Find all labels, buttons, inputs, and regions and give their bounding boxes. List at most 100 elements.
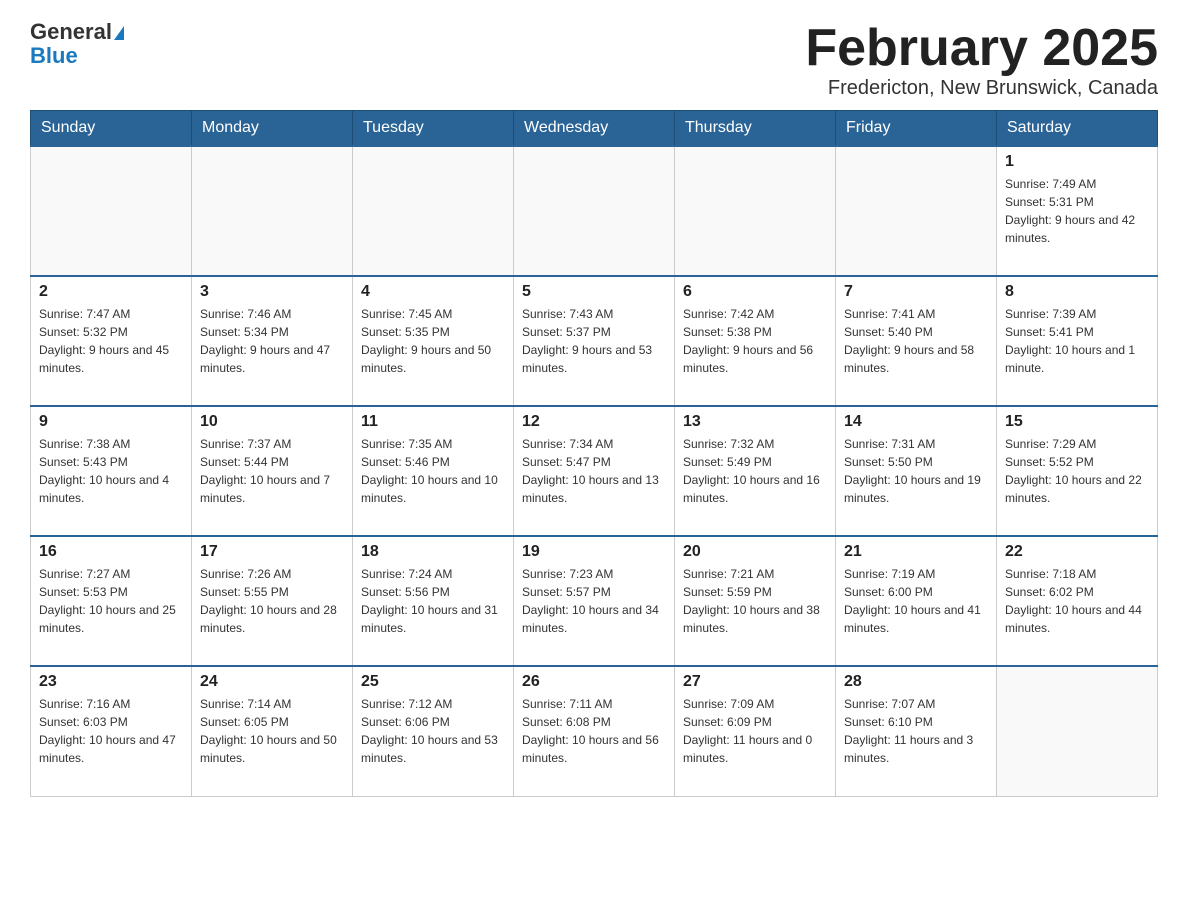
day-number: 15	[1005, 413, 1149, 431]
weekday-header-tuesday: Tuesday	[353, 111, 514, 147]
week-row-3: 9 Sunrise: 7:38 AMSunset: 5:43 PMDaylight…	[31, 406, 1158, 536]
day-number: 25	[361, 673, 505, 691]
day-info: Sunrise: 7:24 AMSunset: 5:56 PMDaylight:…	[361, 565, 505, 637]
logo-triangle-icon	[114, 26, 124, 40]
weekday-header-wednesday: Wednesday	[514, 111, 675, 147]
day-info: Sunrise: 7:43 AMSunset: 5:37 PMDaylight:…	[522, 305, 666, 377]
day-number: 2	[39, 283, 183, 301]
day-number: 6	[683, 283, 827, 301]
day-cell	[353, 146, 514, 276]
month-title: February 2025	[805, 20, 1158, 77]
day-number: 18	[361, 543, 505, 561]
day-number: 16	[39, 543, 183, 561]
day-number: 21	[844, 543, 988, 561]
day-cell: 22Sunrise: 7:18 AMSunset: 6:02 PMDayligh…	[997, 536, 1158, 666]
day-info: Sunrise: 7:39 AMSunset: 5:41 PMDaylight:…	[1005, 305, 1149, 377]
day-info: Sunrise: 7:46 AMSunset: 5:34 PMDaylight:…	[200, 305, 344, 377]
day-number: 24	[200, 673, 344, 691]
day-cell: 24 Sunrise: 7:14 AMSunset: 6:05 PMDayligh…	[192, 666, 353, 796]
day-info: Sunrise: 7:37 AMSunset: 5:44 PMDaylight:…	[200, 435, 344, 507]
day-cell: 3 Sunrise: 7:46 AMSunset: 5:34 PMDaylight…	[192, 276, 353, 406]
weekday-header-sunday: Sunday	[31, 111, 192, 147]
day-number: 11	[361, 413, 505, 431]
day-info: Sunrise: 7:45 AMSunset: 5:35 PMDaylight:…	[361, 305, 505, 377]
day-number: 13	[683, 413, 827, 431]
day-cell	[997, 666, 1158, 796]
day-cell: 16 Sunrise: 7:27 AMSunset: 5:53 PMDayligh…	[31, 536, 192, 666]
day-info: Sunrise: 7:31 AMSunset: 5:50 PMDaylight:…	[844, 435, 988, 507]
logo-general-line: General	[30, 20, 124, 44]
day-info: Sunrise: 7:09 AMSunset: 6:09 PMDaylight:…	[683, 695, 827, 767]
day-cell: 15Sunrise: 7:29 AMSunset: 5:52 PMDayligh…	[997, 406, 1158, 536]
day-number: 27	[683, 673, 827, 691]
day-cell: 25 Sunrise: 7:12 AMSunset: 6:06 PMDayligh…	[353, 666, 514, 796]
day-number: 23	[39, 673, 183, 691]
day-cell	[31, 146, 192, 276]
weekday-header-friday: Friday	[836, 111, 997, 147]
day-number: 19	[522, 543, 666, 561]
day-info: Sunrise: 7:49 AMSunset: 5:31 PMDaylight:…	[1005, 175, 1149, 247]
day-number: 3	[200, 283, 344, 301]
day-number: 7	[844, 283, 988, 301]
weekday-header-monday: Monday	[192, 111, 353, 147]
weekday-header-thursday: Thursday	[675, 111, 836, 147]
day-cell: 4 Sunrise: 7:45 AMSunset: 5:35 PMDaylight…	[353, 276, 514, 406]
day-cell	[192, 146, 353, 276]
day-info: Sunrise: 7:47 AMSunset: 5:32 PMDaylight:…	[39, 305, 183, 377]
week-row-1: 1 Sunrise: 7:49 AMSunset: 5:31 PMDaylight…	[31, 146, 1158, 276]
week-row-4: 16 Sunrise: 7:27 AMSunset: 5:53 PMDayligh…	[31, 536, 1158, 666]
day-number: 14	[844, 413, 988, 431]
day-cell	[514, 146, 675, 276]
day-number: 8	[1005, 283, 1149, 301]
day-cell: 10 Sunrise: 7:37 AMSunset: 5:44 PMDayligh…	[192, 406, 353, 536]
day-cell: 7 Sunrise: 7:41 AMSunset: 5:40 PMDaylight…	[836, 276, 997, 406]
day-cell: 13 Sunrise: 7:32 AMSunset: 5:49 PMDayligh…	[675, 406, 836, 536]
day-number: 5	[522, 283, 666, 301]
day-info: Sunrise: 7:38 AMSunset: 5:43 PMDaylight:…	[39, 435, 183, 507]
logo: General Blue	[30, 20, 124, 68]
day-info: Sunrise: 7:19 AMSunset: 6:00 PMDaylight:…	[844, 565, 988, 637]
day-number: 4	[361, 283, 505, 301]
day-number: 12	[522, 413, 666, 431]
day-cell: 5 Sunrise: 7:43 AMSunset: 5:37 PMDaylight…	[514, 276, 675, 406]
day-info: Sunrise: 7:23 AMSunset: 5:57 PMDaylight:…	[522, 565, 666, 637]
day-cell: 26 Sunrise: 7:11 AMSunset: 6:08 PMDayligh…	[514, 666, 675, 796]
location-text: Fredericton, New Brunswick, Canada	[805, 77, 1158, 100]
calendar-table: SundayMondayTuesdayWednesdayThursdayFrid…	[30, 110, 1158, 797]
logo-general-text: General	[30, 19, 112, 44]
day-info: Sunrise: 7:14 AMSunset: 6:05 PMDaylight:…	[200, 695, 344, 767]
day-cell: 8 Sunrise: 7:39 AMSunset: 5:41 PMDaylight…	[997, 276, 1158, 406]
day-cell: 21 Sunrise: 7:19 AMSunset: 6:00 PMDayligh…	[836, 536, 997, 666]
weekday-header-saturday: Saturday	[997, 111, 1158, 147]
day-info: Sunrise: 7:41 AMSunset: 5:40 PMDaylight:…	[844, 305, 988, 377]
day-cell: 19 Sunrise: 7:23 AMSunset: 5:57 PMDayligh…	[514, 536, 675, 666]
day-info: Sunrise: 7:12 AMSunset: 6:06 PMDaylight:…	[361, 695, 505, 767]
day-cell: 20Sunrise: 7:21 AMSunset: 5:59 PMDayligh…	[675, 536, 836, 666]
day-info: Sunrise: 7:26 AMSunset: 5:55 PMDaylight:…	[200, 565, 344, 637]
week-row-2: 2 Sunrise: 7:47 AMSunset: 5:32 PMDaylight…	[31, 276, 1158, 406]
logo-blue-text: Blue	[30, 43, 78, 68]
day-cell: 6 Sunrise: 7:42 AMSunset: 5:38 PMDaylight…	[675, 276, 836, 406]
day-number: 26	[522, 673, 666, 691]
title-block: February 2025 Fredericton, New Brunswick…	[805, 20, 1158, 100]
day-cell: 23 Sunrise: 7:16 AMSunset: 6:03 PMDayligh…	[31, 666, 192, 796]
day-cell: 2 Sunrise: 7:47 AMSunset: 5:32 PMDaylight…	[31, 276, 192, 406]
day-number: 1	[1005, 153, 1149, 171]
day-cell: 27 Sunrise: 7:09 AMSunset: 6:09 PMDayligh…	[675, 666, 836, 796]
day-info: Sunrise: 7:27 AMSunset: 5:53 PMDaylight:…	[39, 565, 183, 637]
day-cell: 12Sunrise: 7:34 AMSunset: 5:47 PMDayligh…	[514, 406, 675, 536]
page-header: General Blue February 2025 Fredericton, …	[30, 20, 1158, 100]
day-number: 17	[200, 543, 344, 561]
day-info: Sunrise: 7:32 AMSunset: 5:49 PMDaylight:…	[683, 435, 827, 507]
day-cell: 9 Sunrise: 7:38 AMSunset: 5:43 PMDaylight…	[31, 406, 192, 536]
day-info: Sunrise: 7:11 AMSunset: 6:08 PMDaylight:…	[522, 695, 666, 767]
day-info: Sunrise: 7:07 AMSunset: 6:10 PMDaylight:…	[844, 695, 988, 767]
day-cell: 11 Sunrise: 7:35 AMSunset: 5:46 PMDayligh…	[353, 406, 514, 536]
day-cell: 1 Sunrise: 7:49 AMSunset: 5:31 PMDaylight…	[997, 146, 1158, 276]
day-info: Sunrise: 7:16 AMSunset: 6:03 PMDaylight:…	[39, 695, 183, 767]
day-info: Sunrise: 7:35 AMSunset: 5:46 PMDaylight:…	[361, 435, 505, 507]
day-info: Sunrise: 7:42 AMSunset: 5:38 PMDaylight:…	[683, 305, 827, 377]
day-number: 10	[200, 413, 344, 431]
day-number: 9	[39, 413, 183, 431]
day-cell: 17 Sunrise: 7:26 AMSunset: 5:55 PMDayligh…	[192, 536, 353, 666]
